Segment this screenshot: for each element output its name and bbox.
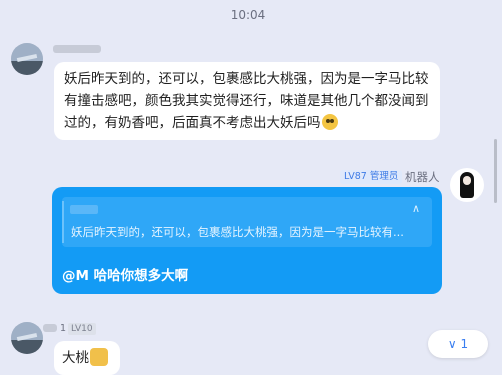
collapse-quote-icon[interactable]: ∧ [412,202,420,215]
sticker-emoji [90,348,108,366]
reply-text: @M 哈哈你想多大啊 [62,268,189,284]
message-bubble[interactable]: 妖后昨天到的，还可以，包裹感比大桃强，因为是一字马比较有撞击感吧，颜色我其实觉得… [54,62,440,140]
quoted-text: 妖后昨天到的，还可以，包裹感比大桃强，因为是一字马比较有... [71,225,404,239]
message-text: 大桃 [62,350,89,366]
user-avatar[interactable] [11,322,43,354]
quoted-username-blurred [70,205,98,214]
message-timestamp: 10:04 [230,8,266,22]
quoted-message[interactable]: ∧ 妖后昨天到的，还可以，包裹感比大桃强，因为是一字马比较有... [62,197,432,247]
user-number: 1 [60,323,67,334]
reply-message-bubble[interactable]: ∧ 妖后昨天到的，还可以，包裹感比大桃强，因为是一字马比较有... @M 哈哈你… [52,187,442,294]
message-text: 妖后昨天到的，还可以，包裹感比大桃强，因为是一字马比较有撞击感吧，颜色我其实觉得… [64,71,429,131]
scrollbar[interactable] [494,139,497,203]
robot-avatar[interactable] [450,168,484,202]
user-level-badge: LV10 [68,323,96,335]
jump-to-new-messages-button[interactable]: ∨ 1 [428,330,488,358]
username-blurred [53,45,101,53]
smiling-face-emoji [321,114,338,130]
quote-bar [62,201,64,243]
robot-username: 机器人 [405,170,440,184]
admin-level-badge: LV87 管理员 [340,170,403,184]
user-avatar[interactable] [11,43,43,75]
username-blurred [43,324,57,332]
